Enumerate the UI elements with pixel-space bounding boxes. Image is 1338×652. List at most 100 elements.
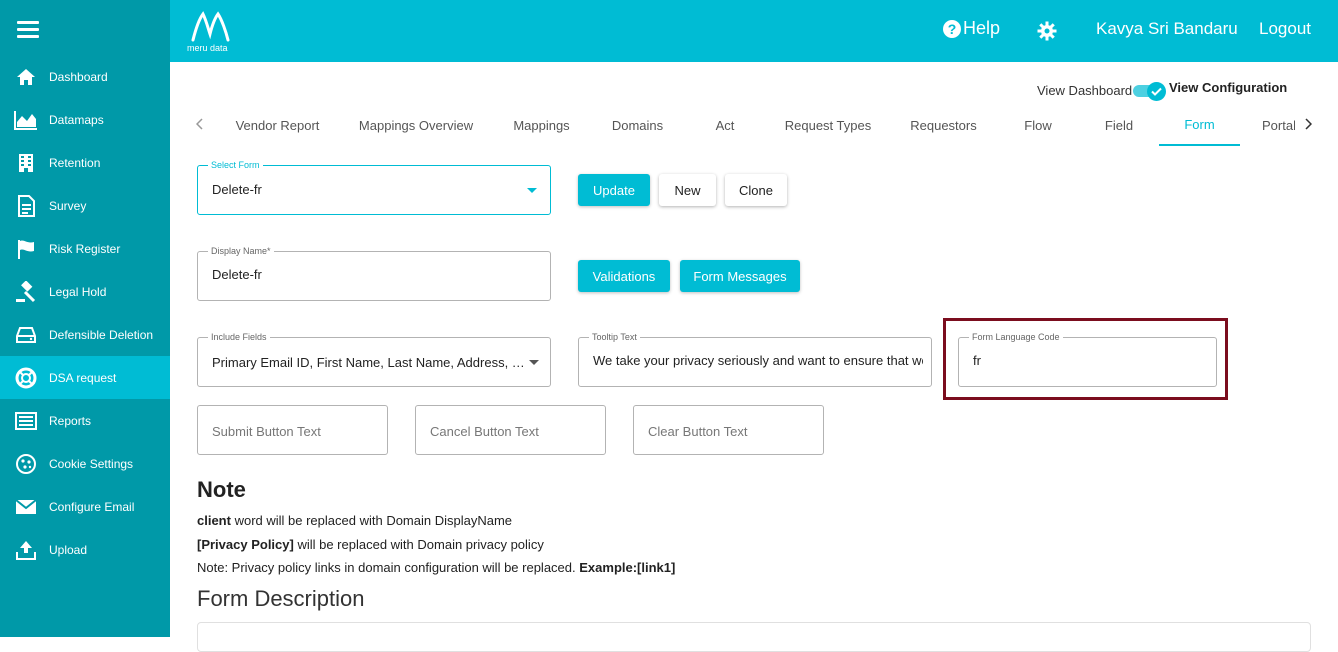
- tab-act[interactable]: Act: [684, 104, 766, 146]
- sidebar-item-label: Configure Email: [49, 499, 135, 514]
- sidebar-item-label: Reports: [49, 413, 92, 428]
- sidebar-item-label: Datamaps: [49, 112, 104, 127]
- select-form-dropdown[interactable]: Select Form Delete-fr: [197, 160, 551, 215]
- tooltip-text-value: We take your privacy seriously and want …: [593, 353, 923, 368]
- sidebar-item-configure-email[interactable]: Configure Email: [0, 485, 170, 528]
- note-text: word will be replaced with Domain Displa…: [230, 513, 513, 528]
- form-language-code-field[interactable]: Form Language Code fr: [958, 332, 1217, 387]
- sidebar-item-defensible-deletion[interactable]: Defensible Deletion: [0, 313, 170, 356]
- cancel-button-text-field[interactable]: Cancel Button Text: [415, 405, 606, 455]
- sidebar-item-label: Upload: [49, 542, 88, 557]
- display-name-value: Delete-fr: [212, 267, 262, 282]
- top-header: meru data ? Help Kavya Sri Bandaru Logou…: [170, 0, 1338, 62]
- document-icon: [14, 194, 38, 218]
- chevron-down-icon: [529, 360, 539, 365]
- note-line-links: Note: Privacy policy links in domain con…: [197, 560, 675, 575]
- upload-icon: [14, 538, 38, 562]
- note-line-privacy: [Privacy Policy] will be replaced with D…: [197, 537, 544, 552]
- user-name[interactable]: Kavya Sri Bandaru: [1096, 19, 1238, 39]
- gear-icon[interactable]: [1037, 21, 1057, 41]
- tab-request-types[interactable]: Request Types: [766, 104, 890, 146]
- logout-link[interactable]: Logout: [1259, 19, 1311, 39]
- note-bold: Example:[link1]: [579, 560, 676, 575]
- sidebar-item-label: Risk Register: [49, 241, 121, 256]
- home-icon: [14, 65, 38, 89]
- form-language-code-label: Form Language Code: [969, 332, 1063, 343]
- include-fields-value: Primary Email ID, First Name, Last Name,…: [212, 355, 530, 370]
- sidebar-item-cookie-settings[interactable]: Cookie Settings: [0, 442, 170, 485]
- building-icon: [14, 151, 38, 175]
- tab-portal[interactable]: Portal: [1240, 104, 1295, 146]
- new-button[interactable]: New: [659, 174, 716, 206]
- display-name-label: Display Name*: [208, 246, 274, 257]
- sidebar-item-dsa-request[interactable]: DSA request: [0, 356, 170, 399]
- tab-mappings[interactable]: Mappings: [492, 104, 591, 146]
- help-label: Help: [963, 18, 1001, 38]
- gavel-icon: [14, 280, 38, 304]
- tab-domains[interactable]: Domains: [591, 104, 684, 146]
- tab-mappings-overview[interactable]: Mappings Overview: [340, 104, 492, 146]
- note-bold: client: [197, 513, 231, 528]
- tab-flow[interactable]: Flow: [997, 104, 1079, 146]
- note-heading: Note: [197, 477, 246, 502]
- logo-text: meru data: [187, 43, 228, 53]
- sidebar-item-reports[interactable]: Reports: [0, 399, 170, 442]
- form-language-code-value: fr: [973, 353, 981, 368]
- sidebar-item-label: Cookie Settings: [49, 456, 134, 471]
- sidebar-item-retention[interactable]: Retention: [0, 141, 170, 184]
- submit-button-text-field[interactable]: Submit Button Text: [197, 405, 388, 455]
- sidebar-item-label: Dashboard: [49, 69, 108, 84]
- select-form-value: Delete-fr: [212, 182, 262, 197]
- sidebar-item-dashboard[interactable]: Dashboard: [0, 55, 170, 98]
- update-button[interactable]: Update: [578, 174, 650, 206]
- sidebar-item-legal-hold[interactable]: Legal Hold: [0, 270, 170, 313]
- tab-bar: Vendor Report Mappings Overview Mappings…: [215, 104, 1295, 148]
- cancel-button-text-placeholder: Cancel Button Text: [430, 424, 539, 439]
- sidebar: Dashboard Datamaps Retention Survey Risk…: [0, 0, 170, 637]
- toggle-check-icon[interactable]: [1147, 82, 1166, 101]
- display-name-field[interactable]: Display Name* Delete-fr: [197, 246, 551, 301]
- sidebar-item-label: Retention: [49, 155, 101, 170]
- tab-form[interactable]: Form: [1159, 104, 1240, 146]
- drive-icon: [14, 323, 38, 347]
- sidebar-item-label: DSA request: [49, 370, 117, 385]
- help-link[interactable]: ? Help: [943, 18, 1000, 39]
- note-text: will be replaced with Domain privacy pol…: [293, 537, 544, 552]
- note-text: Note: Privacy policy links in domain con…: [197, 560, 580, 575]
- tooltip-text-label: Tooltip Text: [589, 332, 640, 343]
- help-icon: ?: [943, 19, 961, 38]
- sidebar-item-upload[interactable]: Upload: [0, 528, 170, 571]
- clear-button-text-placeholder: Clear Button Text: [648, 424, 748, 439]
- form-description-heading: Form Description: [197, 586, 365, 611]
- sidebar-item-label: Legal Hold: [49, 284, 107, 299]
- tab-requestors[interactable]: Requestors: [890, 104, 997, 146]
- form-messages-button[interactable]: Form Messages: [680, 260, 800, 292]
- sidebar-item-datamaps[interactable]: Datamaps: [0, 98, 170, 141]
- note-bold: [Privacy Policy]: [197, 537, 294, 552]
- submit-button-text-placeholder: Submit Button Text: [212, 424, 321, 439]
- area-chart-icon: [14, 108, 38, 132]
- cookie-icon: [14, 452, 38, 476]
- sidebar-item-survey[interactable]: Survey: [0, 184, 170, 227]
- sidebar-item-label: Defensible Deletion: [49, 327, 154, 342]
- tabs-scroll-left-icon[interactable]: [190, 114, 210, 134]
- lifebuoy-icon: [14, 366, 38, 390]
- hamburger-menu-icon[interactable]: [17, 21, 39, 39]
- include-fields-label: Include Fields: [208, 332, 270, 343]
- sidebar-item-risk-register[interactable]: Risk Register: [0, 227, 170, 270]
- view-dashboard-label: View Dashboard: [1037, 83, 1133, 98]
- view-configuration-label: View Configuration: [1169, 80, 1288, 95]
- list-icon: [14, 409, 38, 433]
- tab-vendor-report[interactable]: Vendor Report: [215, 104, 340, 146]
- form-description-editor[interactable]: [197, 622, 1311, 652]
- chevron-down-icon: [527, 188, 537, 193]
- include-fields-select[interactable]: Include Fields Primary Email ID, First N…: [197, 332, 551, 387]
- validations-button[interactable]: Validations: [578, 260, 670, 292]
- clear-button-text-field[interactable]: Clear Button Text: [633, 405, 824, 455]
- tabs-scroll-right-icon[interactable]: [1298, 114, 1318, 134]
- flag-icon: [14, 237, 38, 261]
- clone-button[interactable]: Clone: [725, 174, 787, 206]
- tooltip-text-field[interactable]: Tooltip Text We take your privacy seriou…: [578, 332, 932, 387]
- tab-field[interactable]: Field: [1079, 104, 1159, 146]
- envelope-icon: [14, 495, 38, 519]
